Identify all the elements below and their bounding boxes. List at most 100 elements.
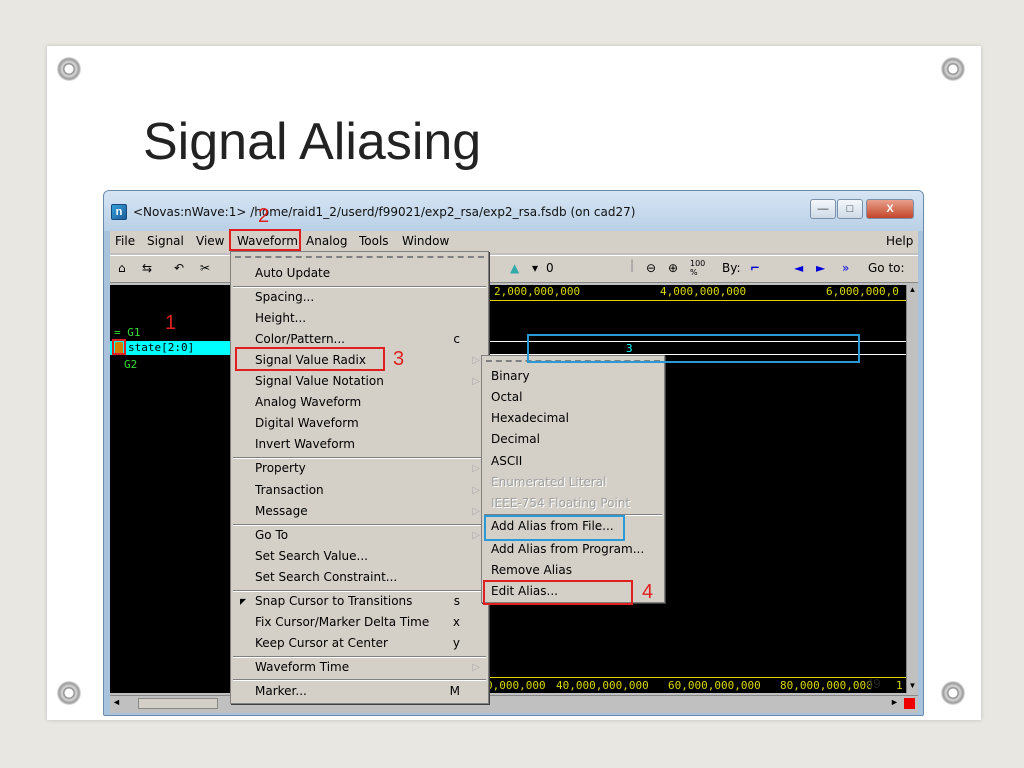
menu-item-snap-cursor[interactable]: ◤ Snap Cursor to Transitions s <box>231 591 488 612</box>
search-backward-icon[interactable]: ◄ <box>794 261 803 275</box>
highlight-waveform-value <box>527 334 860 363</box>
menu-analog[interactable]: Analog <box>306 234 347 248</box>
goto-label: Go to: <box>868 261 905 275</box>
by-label: By: <box>722 261 741 275</box>
highlight-signal-value-radix <box>235 347 385 371</box>
undo-icon[interactable]: ↶ <box>174 261 184 275</box>
menu-item-keep-cursor-center[interactable]: Keep Cursor at Center y <box>231 633 488 654</box>
scroll-up-icon[interactable]: ▲ <box>907 285 918 297</box>
close-button[interactable]: X <box>866 199 914 219</box>
group-g1[interactable]: = G1 <box>114 326 141 339</box>
radix-hexadecimal[interactable]: Hexadecimal <box>482 408 664 429</box>
menu-item-spacing[interactable]: Spacing... <box>231 287 488 308</box>
menu-item-analog-waveform[interactable]: Analog Waveform <box>231 392 488 413</box>
search-forward-icon[interactable]: ► <box>816 261 825 275</box>
slide-page-number: 49 <box>866 676 881 691</box>
group-g2[interactable]: G2 <box>124 358 137 371</box>
highlight-waveform-menu <box>229 229 301 251</box>
submenu-arrow-icon: ▷ <box>472 376 480 387</box>
highlight-signal <box>112 339 126 355</box>
zoom-in-icon[interactable]: ⊕ <box>668 261 678 275</box>
scroll-right-icon[interactable]: ► <box>890 697 899 707</box>
menu-item-marker[interactable]: Marker... M <box>231 681 488 702</box>
radix-ascii[interactable]: ASCII <box>482 451 664 472</box>
open-icon[interactable]: ⌂ <box>118 261 126 275</box>
radix-binary[interactable]: Binary <box>482 366 664 387</box>
minimize-button[interactable]: — <box>810 199 836 219</box>
step-number-1: 1 <box>165 312 177 334</box>
highlight-add-alias-from-file <box>484 515 625 541</box>
menu-signal[interactable]: Signal <box>147 234 184 248</box>
radix-ieee-754: IEEE-754 Floating Point <box>491 496 631 510</box>
cut-icon[interactable]: ✂ <box>200 261 210 275</box>
menu-view[interactable]: View <box>196 234 224 248</box>
pin-bottom-right-icon <box>941 681 965 705</box>
menu-help[interactable]: Help <box>886 234 913 248</box>
check-mark-icon: ◤ <box>240 597 247 606</box>
menu-item-invert-waveform[interactable]: Invert Waveform <box>231 434 488 455</box>
tick-label: 6,000,000,0 <box>826 285 899 298</box>
radix-enumerated-literal: Enumerated Literal <box>491 475 607 489</box>
menu-item-message[interactable]: Message ▷ <box>231 501 488 522</box>
scroll-thumb[interactable] <box>138 698 218 709</box>
menu-window[interactable]: Window <box>402 234 449 248</box>
menu-item-property[interactable]: Property ▷ <box>231 458 488 479</box>
tick-label: 80,000,000,000 <box>780 679 873 692</box>
menu-item-transaction[interactable]: Transaction ▷ <box>231 480 488 501</box>
add-alias-from-program[interactable]: Add Alias from Program... <box>482 539 664 560</box>
menu-file[interactable]: File <box>115 234 135 248</box>
status-indicator <box>904 698 915 709</box>
menu-item-digital-waveform[interactable]: Digital Waveform <box>231 413 488 434</box>
cursor-up-icon[interactable]: ▲ <box>510 261 519 275</box>
highlight-edit-alias <box>483 580 633 605</box>
zoom-100-button[interactable]: 100 % <box>690 259 706 277</box>
menu-item-go-to[interactable]: Go To ▷ <box>231 525 488 546</box>
scroll-left-icon[interactable]: ◄ <box>112 697 121 707</box>
pin-top-left-icon <box>57 57 81 81</box>
menu-item-signal-value-notation[interactable]: Signal Value Notation ▷ <box>231 371 488 392</box>
menu-tools[interactable]: Tools <box>359 234 389 248</box>
vertical-scrollbar[interactable]: ▲ ▼ <box>906 285 918 693</box>
radix-submenu: Binary Octal Hexadecimal Decimal ASCII E… <box>481 355 665 603</box>
cursor-dropdown-icon[interactable]: ▾ <box>532 261 538 275</box>
scroll-down-icon[interactable]: ▼ <box>907 681 918 693</box>
signal-pane[interactable]: = G1 state[2:0] G2 <box>110 285 234 693</box>
maximize-button[interactable]: □ <box>837 199 863 219</box>
tick-label: 0,000,000 <box>486 679 546 692</box>
nwave-app-icon: n <box>111 204 127 220</box>
menu-item-set-search-value[interactable]: Set Search Value... <box>231 546 488 567</box>
menu-item-height[interactable]: Height... <box>231 308 488 329</box>
menu-item-auto-update[interactable]: Auto Update <box>231 263 488 284</box>
radix-decimal[interactable]: Decimal <box>482 429 664 450</box>
signal-name: state[2:0] <box>128 341 195 354</box>
submenu-arrow-icon: ▷ <box>472 506 480 517</box>
toolbar-divider: | <box>630 258 635 272</box>
cursor-value: 0 <box>546 261 554 275</box>
search-next-icon[interactable]: » <box>842 261 849 275</box>
menu-item-waveform-time[interactable]: Waveform Time ▷ <box>231 657 488 678</box>
step-number-3: 3 <box>393 348 405 370</box>
tick-label: 2,000,000,000 <box>494 285 581 298</box>
radix-octal[interactable]: Octal <box>482 387 664 408</box>
reload-icon[interactable]: ⇆ <box>142 261 152 275</box>
zoom-out-icon[interactable]: ⊖ <box>646 261 656 275</box>
menu-item-fix-cursor-delta[interactable]: Fix Cursor/Marker Delta Time x <box>231 612 488 633</box>
title-bar[interactable]: n <Novas:nWave:1> /home/raid1_2/userd/f9… <box>104 191 923 231</box>
menu-tearoff[interactable] <box>235 256 484 258</box>
signal-row-selected[interactable]: state[2:0] <box>110 341 232 355</box>
submenu-arrow-icon: ▷ <box>472 355 480 366</box>
step-number-4: 4 <box>642 581 654 603</box>
tick-label: 60,000,000,000 <box>668 679 761 692</box>
remove-alias[interactable]: Remove Alias <box>482 560 664 581</box>
window-title: <Novas:nWave:1> /home/raid1_2/userd/f990… <box>133 205 636 219</box>
submenu-arrow-icon: ▷ <box>472 662 480 673</box>
submenu-arrow-icon: ▷ <box>472 530 480 541</box>
pin-bottom-left-icon <box>57 681 81 705</box>
slide-title: Signal Aliasing <box>143 113 482 171</box>
tick-label: 40,000,000,000 <box>556 679 649 692</box>
submenu-arrow-icon: ▷ <box>472 485 480 496</box>
menu-item-set-search-constraint[interactable]: Set Search Constraint... <box>231 567 488 588</box>
waveform-menu: Auto Update Spacing... Height... Color/P… <box>230 251 489 704</box>
edge-select-icon[interactable]: ⌐ <box>750 261 760 275</box>
submenu-arrow-icon: ▷ <box>472 463 480 474</box>
